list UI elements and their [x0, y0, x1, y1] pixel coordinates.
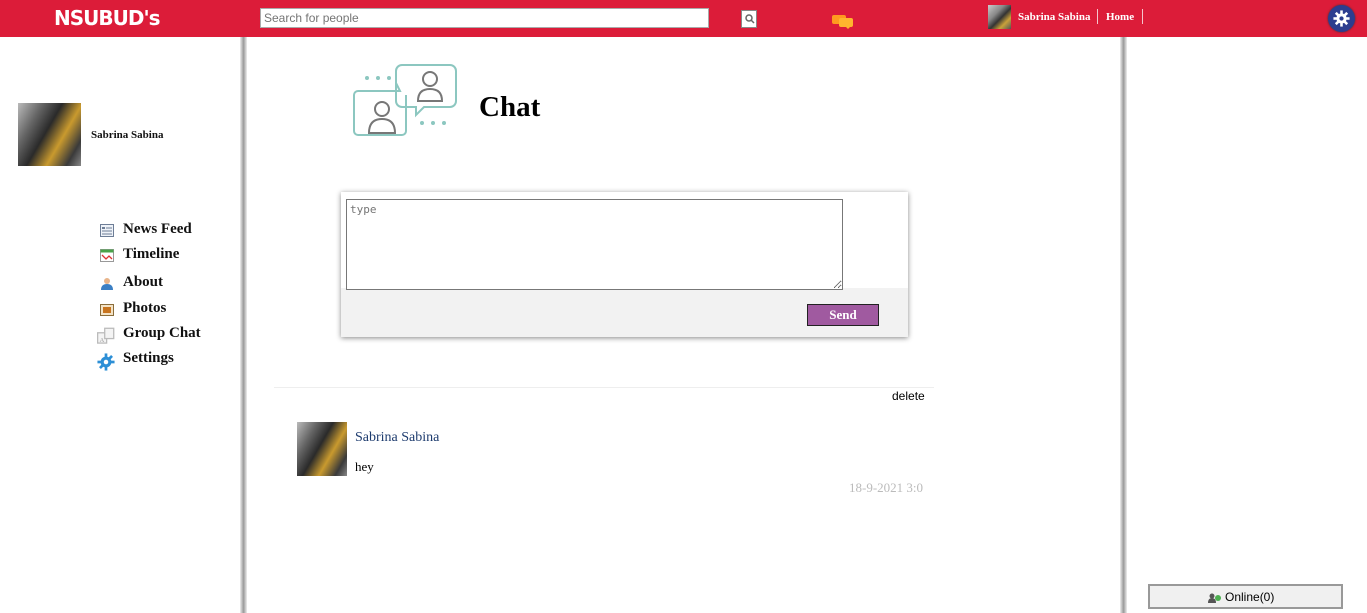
gear-icon: [97, 353, 115, 371]
group-chat-icon: A: [97, 327, 115, 344]
message-author[interactable]: Sabrina Sabina: [355, 430, 439, 446]
page-title: Chat: [479, 91, 541, 123]
sidebar-item-settings[interactable]: Settings: [97, 350, 237, 371]
site-logo[interactable]: NSUBUD's: [54, 6, 160, 30]
gear-icon: [1333, 10, 1350, 27]
sidebar-item-about[interactable]: About: [97, 274, 237, 294]
sidebar-item-label: Group Chat: [123, 325, 201, 341]
search-input[interactable]: [260, 8, 709, 28]
sidebar-item-news-feed[interactable]: News Feed: [97, 221, 237, 241]
header-avatar[interactable]: [988, 5, 1011, 29]
sidebar-item-timeline[interactable]: Timeline: [97, 246, 237, 266]
message-textarea[interactable]: [346, 199, 843, 290]
right-column-divider: [1120, 37, 1127, 613]
send-button[interactable]: Send: [807, 304, 879, 326]
sidebar-item-group-chat[interactable]: A Group Chat: [97, 325, 237, 345]
timeline-icon: [100, 249, 114, 262]
sidebar-item-label: Timeline: [123, 246, 180, 262]
user-icon: [101, 278, 113, 290]
message-text: hey: [355, 459, 374, 474]
online-label: Online(0): [1225, 590, 1275, 604]
search-button[interactable]: [741, 10, 757, 28]
sidebar-item-label: News Feed: [123, 221, 192, 237]
newsfeed-icon: [100, 224, 114, 237]
messages-icon[interactable]: [832, 13, 854, 34]
left-column-divider: [240, 37, 247, 613]
divider: [274, 387, 934, 388]
sidebar-item-label: Photos: [123, 300, 167, 316]
sidebar-item-label: About: [123, 274, 164, 290]
message-avatar[interactable]: [297, 422, 347, 476]
header-separator: [1097, 9, 1098, 24]
search-icon: [745, 14, 755, 24]
compose-panel: Send: [341, 192, 908, 337]
message-timestamp: 18-9-2021 3:0: [849, 480, 924, 495]
online-user-icon: [1208, 593, 1221, 603]
photos-icon: [100, 304, 114, 316]
header-separator: [1142, 9, 1143, 24]
chat-illustration-icon: [353, 64, 457, 136]
settings-button[interactable]: [1328, 5, 1355, 32]
sidebar-item-photos[interactable]: Photos: [97, 300, 237, 320]
top-bar: NSUBUD's Sabrina Sabina Home: [0, 0, 1367, 37]
profile-avatar[interactable]: [18, 103, 81, 166]
sidebar-item-label: Settings: [123, 350, 174, 366]
delete-link[interactable]: delete: [892, 389, 925, 403]
home-link[interactable]: Home: [1106, 11, 1134, 23]
online-users-button[interactable]: Online(0): [1148, 584, 1343, 609]
profile-name[interactable]: Sabrina Sabina: [91, 129, 163, 141]
header-user-name[interactable]: Sabrina Sabina: [1018, 11, 1090, 23]
svg-text:A: A: [100, 337, 105, 344]
